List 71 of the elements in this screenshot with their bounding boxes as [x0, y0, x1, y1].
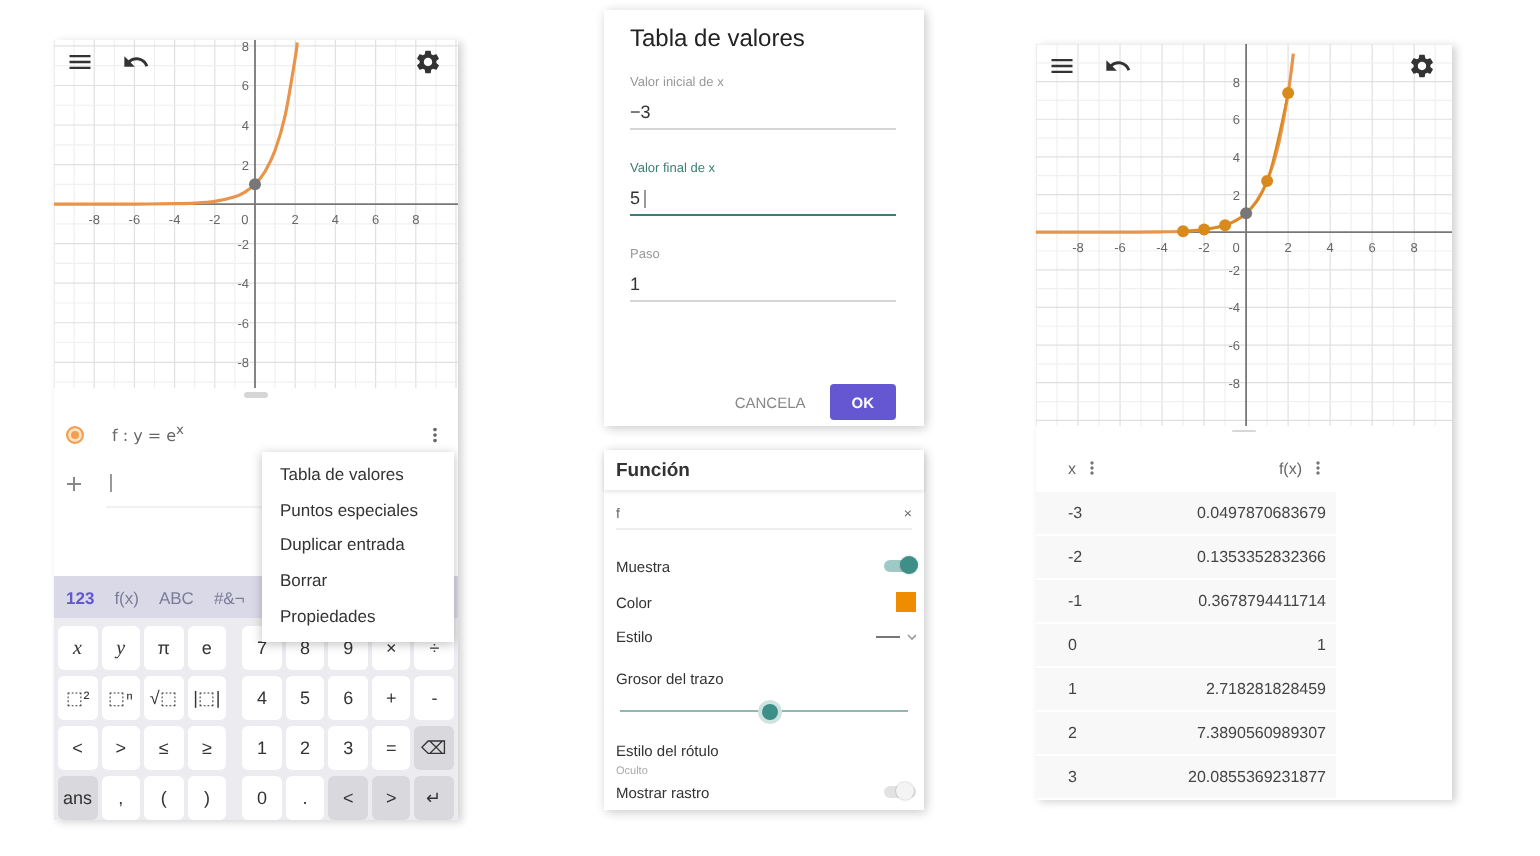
toggle-switch[interactable]	[884, 786, 916, 799]
intercept-point[interactable]	[249, 178, 261, 191]
table-cell: 20.0855369231877	[1188, 768, 1326, 786]
color-swatch[interactable]	[896, 592, 916, 613]
keyboard-key[interactable]: ≥	[187, 726, 227, 770]
keyboard-key[interactable]: +	[371, 676, 411, 720]
keyboard-key[interactable]: ↵	[414, 776, 454, 820]
data-point[interactable]	[1261, 175, 1274, 187]
keyboard-key[interactable]: ⬚²	[58, 676, 98, 720]
keyboard-key[interactable]: ≤	[144, 726, 184, 770]
table-cell: 0	[1068, 636, 1077, 654]
table-cell: 1	[1317, 636, 1326, 654]
table-cell: 0.1353352832366	[1196, 548, 1326, 566]
table-cell: 0.3678794411714	[1198, 592, 1326, 610]
data-point[interactable]	[1198, 223, 1211, 236]
table-cell: -2	[1068, 548, 1083, 566]
keyboard-key[interactable]: >	[371, 776, 411, 820]
dialog-title: Tabla de valores	[630, 24, 807, 52]
keyboard-key[interactable]: 2	[285, 726, 325, 770]
panel-title: Función	[604, 450, 924, 490]
data-point[interactable]	[1282, 87, 1295, 100]
keyboard-key[interactable]: 0	[242, 776, 282, 820]
table-cell: 1	[1068, 680, 1077, 698]
data-point[interactable]	[1177, 225, 1190, 238]
table-cell: 3	[1068, 768, 1077, 786]
menu-item[interactable]: Duplicar entrada	[262, 528, 454, 565]
data-point[interactable]	[1219, 219, 1232, 232]
keyboard-key[interactable]: -	[414, 676, 454, 720]
settings-icon[interactable]	[414, 48, 442, 76]
keyboard-key[interactable]: 1	[242, 726, 282, 770]
function-formula: f : y = e$^{x}$	[112, 422, 186, 446]
column-header: f(x)	[1278, 459, 1302, 477]
keyboard-key[interactable]: π	[144, 626, 184, 670]
keyboard-key[interactable]: √⬚	[144, 676, 184, 720]
line-style-icon[interactable]	[876, 632, 916, 643]
toggle-switch[interactable]	[884, 560, 916, 573]
keyboard-key[interactable]: <	[328, 776, 368, 820]
keyboard-key[interactable]: ,	[101, 776, 141, 820]
keyboard-key[interactable]: (	[144, 776, 184, 820]
keyboard-key[interactable]: e	[187, 626, 227, 670]
menu-item[interactable]: Borrar	[262, 564, 454, 600]
add-icon[interactable]	[62, 472, 86, 496]
keyboard-key[interactable]: y	[101, 626, 141, 670]
table-cell: 7.3890560989307	[1196, 724, 1326, 742]
keyboard-key[interactable]: 3	[328, 726, 368, 770]
keyboard-key[interactable]: x	[58, 626, 98, 670]
table-cell: 2.718281828459	[1205, 680, 1326, 698]
menu-item[interactable]: Puntos especiales	[262, 493, 454, 529]
keyboard-key[interactable]: 5	[285, 676, 325, 720]
keyboard-tab[interactable]: 123	[66, 587, 95, 607]
keyboard-key[interactable]: ans	[58, 776, 98, 820]
keyboard-key[interactable]: 6	[328, 676, 368, 720]
keyboard-key[interactable]: 4	[242, 676, 282, 720]
table-cell: -3	[1068, 504, 1083, 522]
settings-icon[interactable]	[1408, 52, 1436, 80]
menu-item[interactable]: Tabla de valores	[262, 458, 454, 494]
keyboard-key[interactable]: |⬚|	[187, 676, 227, 720]
slider-thumb[interactable]	[761, 703, 778, 720]
keyboard-key[interactable]: >	[101, 726, 141, 770]
keyboard-key[interactable]: =	[371, 726, 411, 770]
keyboard-key[interactable]: ⌫	[414, 726, 454, 770]
column-header: x	[1068, 459, 1076, 477]
table-cell: 2	[1068, 724, 1077, 742]
keyboard-key[interactable]: .	[285, 776, 325, 820]
keyboard-key[interactable]: )	[187, 776, 227, 820]
table-cell: 0.0497870683679	[1196, 504, 1326, 522]
keyboard-key[interactable]: <	[58, 726, 98, 770]
intercept-point[interactable]	[1240, 207, 1253, 220]
keyboard-key[interactable]: ⬚ⁿ	[101, 676, 141, 720]
table-cell: -1	[1068, 592, 1083, 610]
color-dot[interactable]	[66, 425, 84, 443]
